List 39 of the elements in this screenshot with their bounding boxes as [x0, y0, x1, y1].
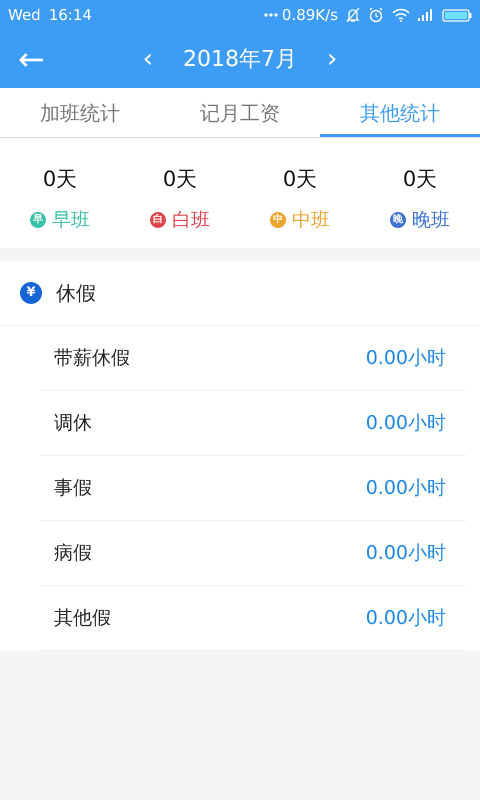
leave-type: 其他假 [54, 606, 111, 631]
month-title: 2018年7月 [183, 46, 297, 74]
alarm-icon [368, 7, 384, 23]
battery-icon [442, 8, 472, 22]
shift-label: 晚班 [412, 208, 450, 232]
leave-hours: 0.00小时 [366, 476, 446, 501]
leave-type: 调休 [54, 410, 92, 436]
shift-label: 白班 [172, 208, 210, 232]
shift-label: 早班 [52, 208, 90, 232]
wifi-icon [392, 8, 410, 22]
network-speed: 0.89K/s [282, 4, 338, 26]
yen-badge: ¥ [20, 282, 42, 304]
leave-type: 带薪休假 [54, 346, 130, 371]
leave-type: 病假 [54, 540, 92, 566]
shift-badge: 早 [30, 212, 46, 228]
leave-hours: 0.00小时 [366, 606, 446, 631]
shift-badge: 中 [270, 212, 286, 228]
day-count: 0天 [402, 166, 438, 193]
day-count: 0天 [282, 166, 318, 193]
leave-hours: 0.00小时 [366, 346, 446, 371]
leave-type: 事假 [54, 476, 92, 501]
back-button[interactable]: ← [18, 43, 45, 75]
previous-month-button[interactable]: ‹ [142, 46, 153, 72]
shift-badge: 白 [150, 212, 166, 228]
shift-badge: 晚 [390, 212, 406, 228]
day-count: 0天 [162, 166, 198, 193]
status-time: 16:14 [48, 4, 92, 26]
status-day: Wed [8, 4, 41, 26]
leave-hours: 0.00小时 [366, 410, 446, 436]
section-title: 休假 [56, 280, 96, 307]
more-icon [264, 13, 278, 17]
day-count: 0天 [42, 166, 78, 193]
shift-label: 中班 [292, 208, 330, 232]
bell-off-icon [346, 7, 360, 23]
next-month-button[interactable]: › [327, 46, 338, 72]
signal-icon [418, 9, 434, 21]
tab[interactable]: 记月工资 [160, 88, 320, 137]
leave-hours: 0.00小时 [366, 540, 446, 566]
tab[interactable]: 加班统计 [0, 88, 160, 137]
